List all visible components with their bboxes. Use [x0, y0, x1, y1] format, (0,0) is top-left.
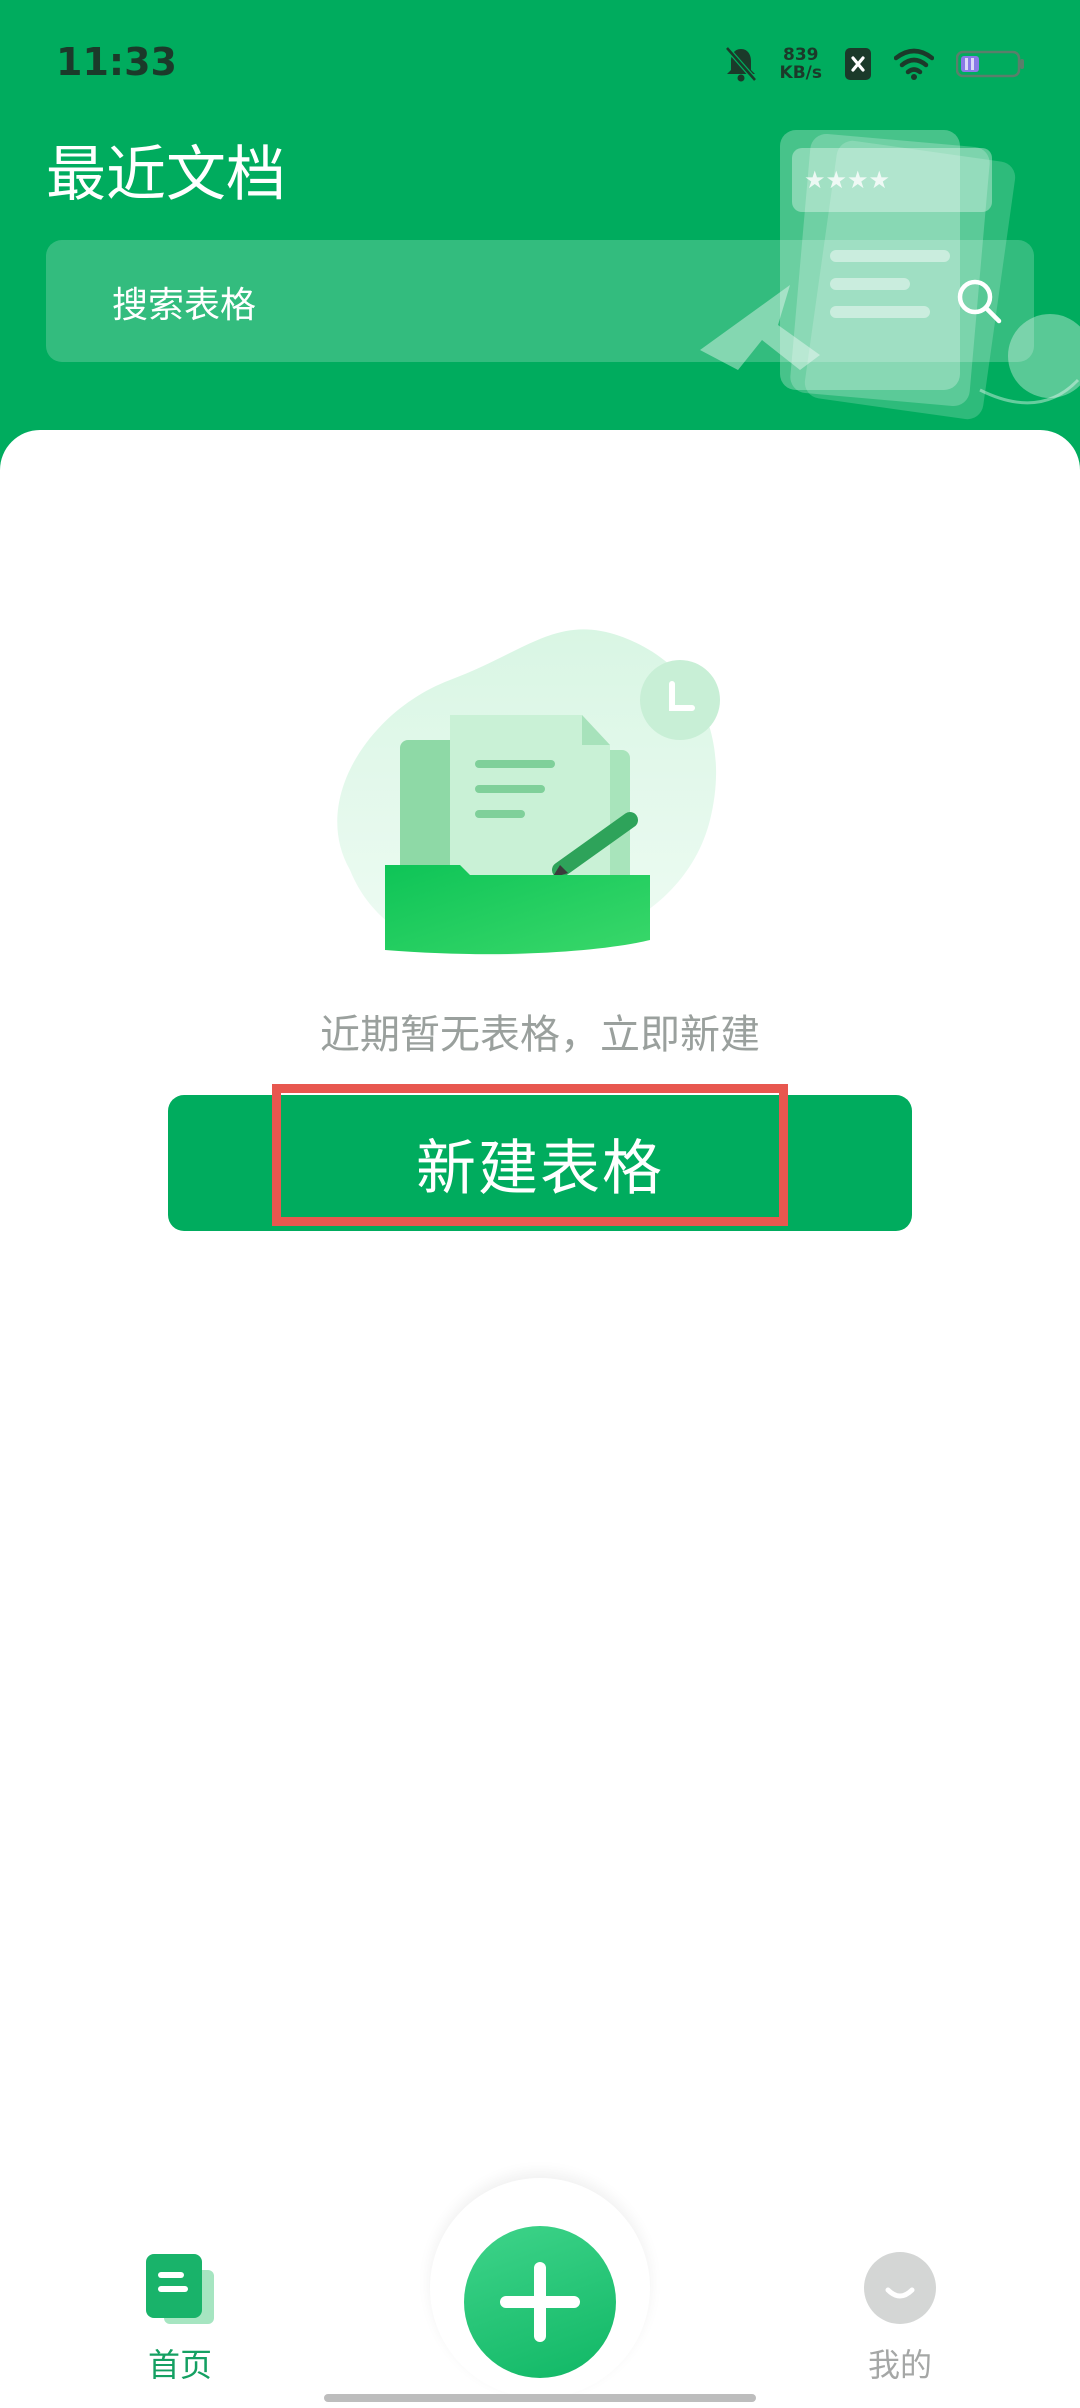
home-document-icon: [146, 2254, 214, 2324]
nav-item-mine[interactable]: 我的: [820, 2250, 980, 2386]
net-speed-unit: KB/s: [779, 63, 822, 83]
search-input[interactable]: 搜索表格: [46, 240, 1034, 362]
sim-x-icon: [845, 48, 871, 80]
create-sheet-button[interactable]: 新建表格: [168, 1095, 912, 1231]
battery-icon: [956, 50, 1024, 78]
net-speed: 839 KB/s: [780, 46, 822, 82]
status-icons: 839 KB/s: [724, 42, 1026, 86]
wifi-icon: [894, 48, 934, 80]
search-placeholder: 搜索表格: [112, 285, 257, 326]
nav-label-home: 首页: [147, 2346, 212, 2384]
search-icon[interactable]: [954, 276, 1004, 326]
status-bar: 11:33 839 KB/s: [0, 0, 1080, 120]
create-sheet-button-label: 新建表格: [416, 1133, 664, 1204]
page-title: 最近文档: [46, 140, 286, 210]
svg-text:★★★★: ★★★★: [804, 166, 890, 194]
app-screen: 11:33 839 KB/s 最近文档 ★★★★ 搜索表格 近期暂无表格，立即新…: [0, 0, 1080, 2408]
net-speed-value: 839: [783, 45, 819, 65]
nav-item-home[interactable]: 首页: [100, 2250, 260, 2386]
bottom-navigation: 首页 我的: [0, 2178, 1080, 2408]
empty-state-message: 近期暂无表格，立即新建: [320, 1012, 760, 1058]
home-indicator-bar[interactable]: [324, 2394, 756, 2402]
main-content: 近期暂无表格，立即新建 新建表格: [0, 430, 1080, 2408]
add-button[interactable]: [464, 2226, 616, 2378]
profile-avatar-icon: [864, 2252, 936, 2324]
bell-muted-icon: [724, 46, 757, 82]
empty-folder-illustration: [337, 629, 720, 956]
status-time: 11:33: [56, 40, 177, 84]
plus-icon: [500, 2262, 580, 2342]
nav-label-mine: 我的: [867, 2346, 932, 2384]
